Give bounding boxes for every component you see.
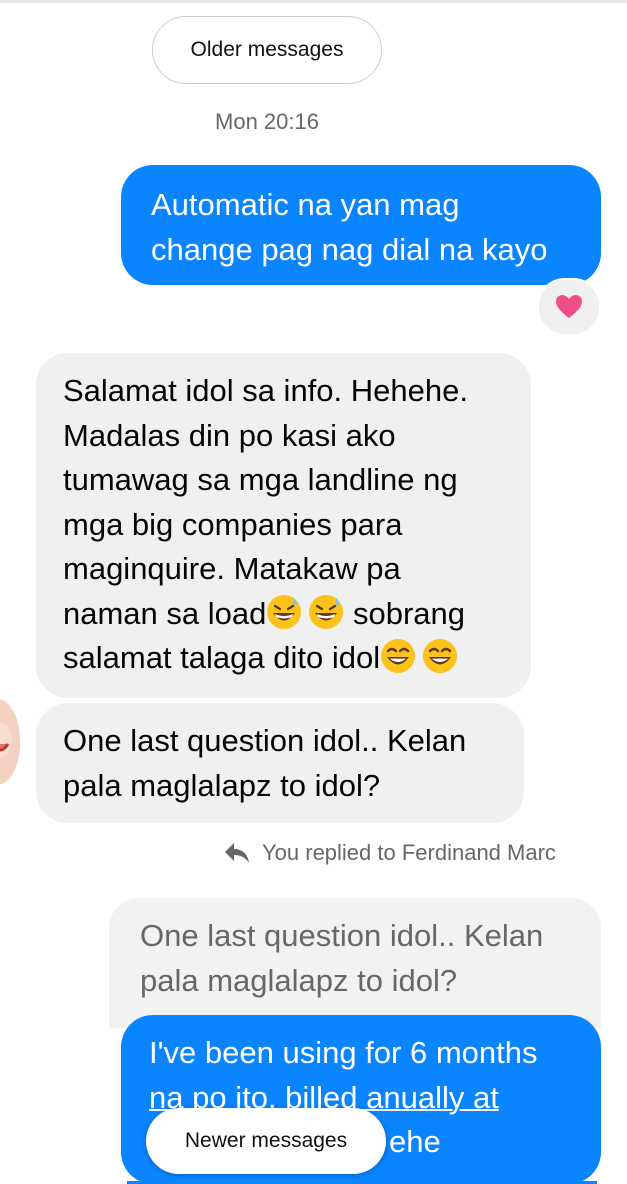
grinning-squinting-emoji: [423, 639, 458, 673]
grinning-sweat-emoji: [267, 594, 302, 629]
message-line: salamat talaga dito idol: [63, 636, 521, 681]
newer-messages-button[interactable]: Newer messages: [146, 1108, 386, 1174]
message-line: mga big companies para: [63, 506, 403, 542]
reply-indicator-text: You replied to Ferdinand Marc: [262, 840, 556, 865]
message-line: pala maglalapz to idol?: [140, 962, 458, 998]
message-line: change pag nag dial na kayo: [151, 231, 548, 267]
message-line: One last question idol.. Kelan: [63, 723, 467, 758]
incoming-message[interactable]: Salamat idol sa info. Hehehe. Madalas di…: [36, 353, 531, 698]
reply-indicator: You replied to Ferdinand Marc: [224, 840, 556, 866]
outgoing-message[interactable]: Automatic na yan mag change pag nag dial…: [121, 165, 601, 285]
incoming-message[interactable]: One last question idol.. Kelan pala magl…: [36, 703, 524, 823]
message-line: I've been using for 6 months: [149, 1035, 538, 1070]
message-line: naman sa load sobrang: [63, 592, 521, 637]
message-line: Automatic na yan mag: [151, 187, 460, 222]
top-divider: [0, 0, 627, 3]
message-text: naman sa load: [63, 595, 267, 631]
message-text: sobrang: [344, 595, 466, 631]
message-line: Salamat idol sa info. Hehehe.: [63, 373, 468, 408]
grinning-sweat-emoji: [309, 594, 344, 629]
message-text: salamat talaga dito idol: [63, 640, 381, 675]
message-line: pala maglalapz to idol?: [63, 767, 381, 803]
avatar[interactable]: [0, 700, 20, 784]
message-reaction[interactable]: [537, 278, 601, 336]
message-timestamp: Mon 20:16: [215, 109, 319, 134]
message-line: Madalas din po kasi ako: [63, 417, 396, 453]
grinning-squinting-emoji: [381, 639, 416, 673]
older-messages-button[interactable]: Older messages: [152, 16, 382, 84]
reply-arrow-icon: [225, 843, 249, 863]
message-line: tumawag sa mga landline ng: [63, 462, 458, 497]
heart-icon: [556, 295, 582, 318]
message-line: One last question idol.. Kelan: [140, 918, 544, 953]
quoted-message[interactable]: One last question idol.. Kelan pala magl…: [109, 898, 601, 1028]
message-line: maginquire. Matakaw pa: [63, 551, 401, 586]
avatar-image: [0, 700, 20, 784]
